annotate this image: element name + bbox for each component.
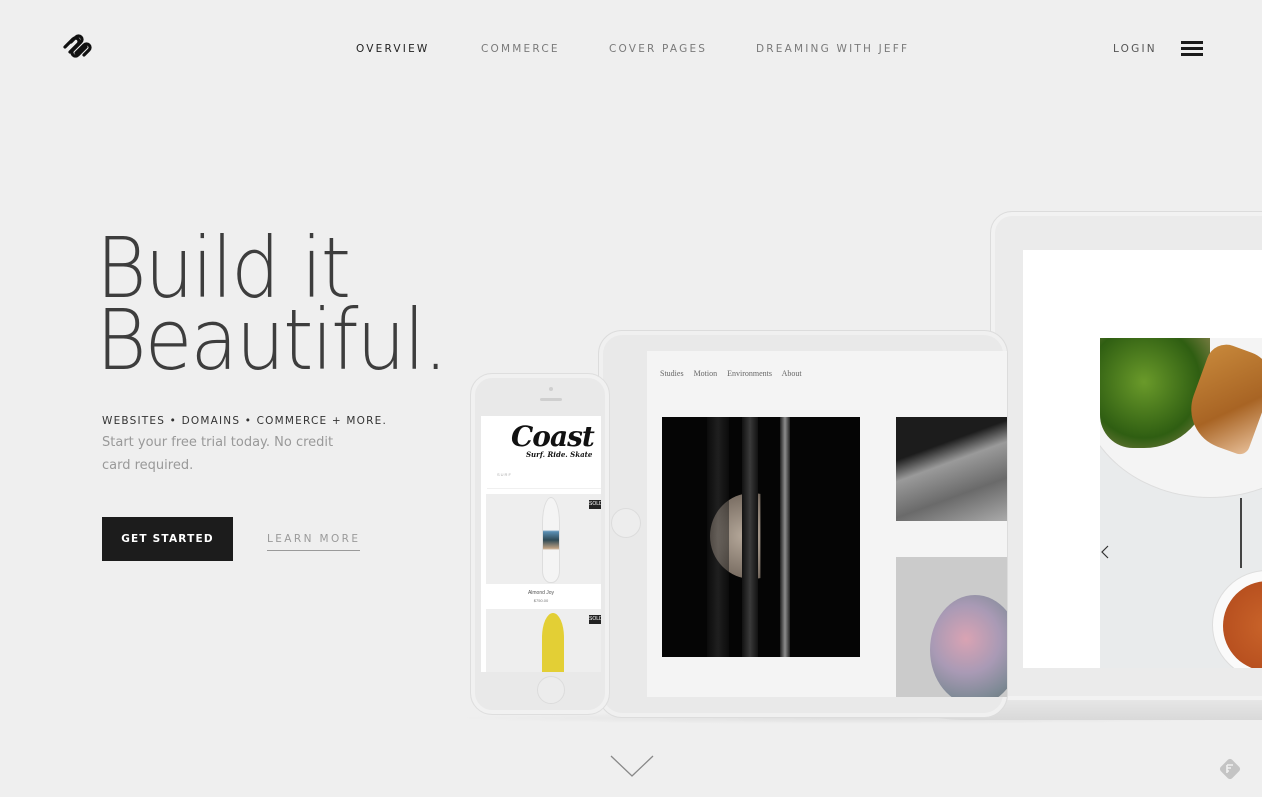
chevron-left-icon[interactable] xyxy=(1100,545,1110,559)
tree xyxy=(742,417,758,657)
coast-tagline: Surf. Ride. Skate xyxy=(526,450,593,459)
product-name: Almond Joy xyxy=(527,590,555,596)
divider xyxy=(487,488,601,489)
phone-speaker xyxy=(540,398,562,401)
product-card: SOLD xyxy=(486,494,601,584)
forest-image xyxy=(662,417,860,657)
tablet-nav-studies: Studies xyxy=(660,369,684,378)
surfboard-image xyxy=(542,613,564,672)
main-nav: OVERVIEW COMMERCE COVER PAGES DREAMING W… xyxy=(0,43,1262,57)
chevron-down-icon[interactable] xyxy=(609,754,655,778)
food-image xyxy=(1100,338,1262,668)
phone-device: Coast Surf. Ride. Skate SURF SOLD Almond… xyxy=(470,373,610,715)
phone-camera xyxy=(549,387,553,391)
feedback-icon[interactable] xyxy=(1217,756,1243,782)
nav-cover-pages[interactable]: COVER PAGES xyxy=(609,43,707,55)
nav-commerce[interactable]: COMMERCE xyxy=(481,43,560,55)
tablet-home-button xyxy=(611,508,641,538)
sold-badge: SOLD xyxy=(589,500,601,509)
mountain-image xyxy=(896,417,1007,521)
nav-overview[interactable]: OVERVIEW xyxy=(356,43,430,55)
hydrangea xyxy=(930,595,1007,697)
tablet-site-nav: Studies Motion Environments About xyxy=(660,369,810,378)
nav-dreaming-with-jeff[interactable]: DREAMING WITH JEFF xyxy=(756,43,909,55)
hero-title: Build it Beautiful. xyxy=(96,226,477,389)
sold-badge: SOLD xyxy=(589,615,601,624)
product-card: SOLD xyxy=(486,609,601,672)
tablet-screen: Studies Motion Environments About xyxy=(647,351,1007,697)
phone-screen: Coast Surf. Ride. Skate SURF SOLD Almond… xyxy=(481,416,601,672)
coast-nav: SURF xyxy=(497,472,512,477)
hero-subtext: Start your free trial today. No credit c… xyxy=(102,435,334,473)
get-started-button[interactable]: GET STARTED xyxy=(102,517,233,561)
learn-more-link[interactable]: LEARN MORE xyxy=(267,533,361,551)
tablet-nav-motion: Motion xyxy=(693,369,718,378)
tablet-nav-about: About xyxy=(781,369,802,378)
bowl xyxy=(1212,570,1262,668)
hamburger-menu-icon[interactable] xyxy=(1181,41,1203,56)
laptop-screen xyxy=(1023,250,1262,668)
tree xyxy=(707,417,729,657)
coast-logo: Coast xyxy=(511,420,595,453)
product-price: $750.00 xyxy=(533,598,549,603)
login-link[interactable]: LOGIN xyxy=(1113,43,1157,55)
tablet-device: Studies Motion Environments About xyxy=(598,330,1008,718)
surfboard-image xyxy=(542,497,560,583)
laptop-device xyxy=(990,211,1262,701)
tree xyxy=(780,417,790,657)
tablet-nav-environments: Environments xyxy=(727,369,773,378)
bowl-contents xyxy=(1223,581,1262,668)
hero-title-line-2: Beautiful. xyxy=(96,291,448,389)
phone-home-button xyxy=(537,676,565,704)
flower-image xyxy=(896,557,1007,697)
hero-tagline: WEBSITES • DOMAINS • COMMERCE + MORE. xyxy=(102,415,388,427)
table-plank xyxy=(1240,498,1242,568)
